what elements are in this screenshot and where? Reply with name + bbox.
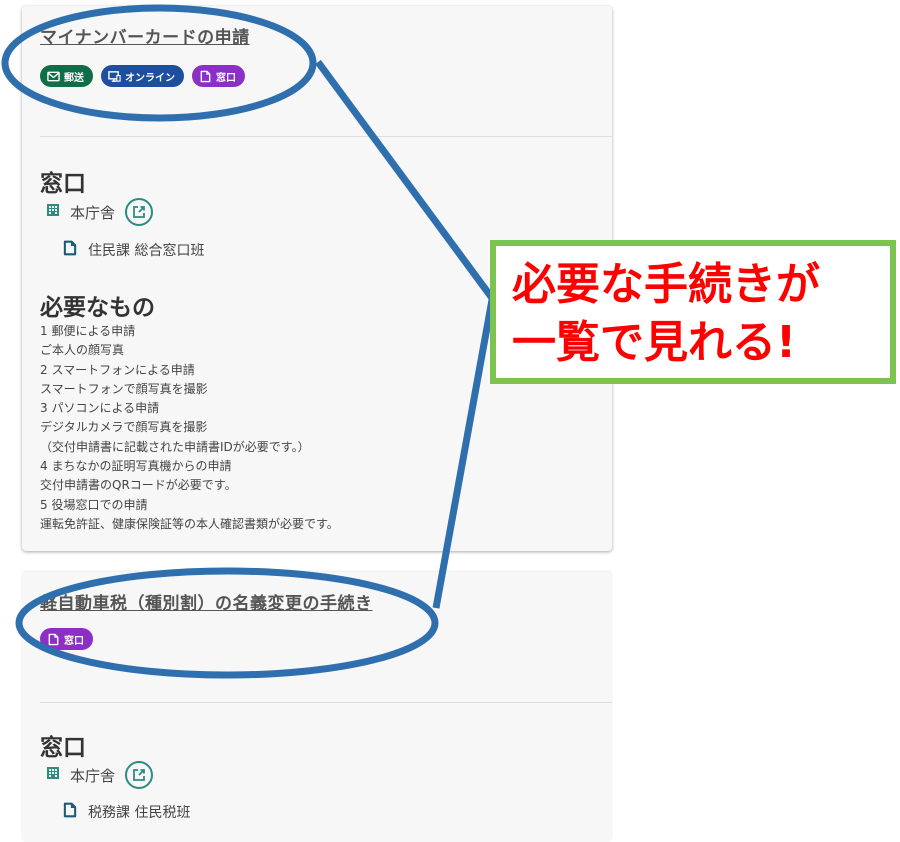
list-item: 4 まちなかの証明写真機からの申請 [40,459,232,474]
open-location-button[interactable] [125,198,154,226]
requirements-list: 1 郵便による申請 ご本人の顔写真 2 スマートフォンによる申請 スマートフォン… [40,322,339,534]
list-item: ご本人の顔写真 [40,343,125,358]
list-item: デジタルカメラで顔写真を撮影 [40,420,208,435]
chip-counter: 窓口 [192,65,245,87]
divider [40,136,612,137]
department-row: 税務課 住民税班 [62,802,190,822]
procedure-title-link[interactable]: 軽自動車税（種別割）の名義変更の手続き [40,589,373,614]
chip-mail: 郵送 [40,65,93,87]
department-name: 住民課 総合窓口班 [88,243,205,259]
open-location-button[interactable] [125,761,154,789]
building-row: 本庁舎 [46,198,154,226]
list-item: 2 スマートフォンによる申請 [40,362,195,377]
requirements-title: 必要なもの [40,295,155,321]
chip-counter: 窓口 [40,628,93,650]
document-icon [47,633,60,646]
document-icon [199,70,212,83]
method-chips: 窓口 [40,628,93,650]
department-row: 住民課 総合窓口班 [62,240,204,260]
department-name: 税務課 住民税班 [88,805,191,821]
building-name: 本庁舎 [70,766,116,785]
list-item: 5 役場窓口での申請 [40,497,148,512]
document-icon [62,802,78,822]
procedure-title-link[interactable]: マイナンバーカードの申請 [40,23,250,48]
monitor-icon [108,70,121,83]
window-section-title: 窓口 [40,171,86,197]
callout-text: 必要な手続きが [512,259,820,310]
chip-online: オンライン [101,65,184,87]
window-section-title: 窓口 [40,735,86,761]
building-row: 本庁舎 [46,761,154,789]
list-item: 1 郵便による申請 [40,324,136,338]
document-icon [62,240,78,260]
callout-box: 必要な手続きが 一覧で見れる! [490,240,896,384]
divider [40,702,612,703]
building-icon [46,766,60,784]
procedure-card: 軽自動車税（種別割）の名義変更の手続き 窓口 窓口 本庁舎 税務課 住民税班 [22,572,612,842]
mail-icon [47,70,60,83]
list-item: 運転免許証、健康保険証等の本人確認書類が必要です。 [40,516,339,531]
list-item: （交付申請書に記載された申請書IDが必要です。） [40,439,310,454]
building-icon [46,203,60,221]
building-name: 本庁舎 [70,203,116,222]
external-link-icon [133,769,145,781]
list-item: 3 パソコンによる申請 [40,401,160,416]
list-item: 交付申請書のQRコードが必要です。 [40,478,237,493]
external-link-icon [133,206,145,218]
method-chips: 郵送 オンライン 窓口 [40,65,245,87]
callout-text: 一覧で見れる! [512,317,797,368]
list-item: スマートフォンで顔写真を撮影 [40,381,208,396]
